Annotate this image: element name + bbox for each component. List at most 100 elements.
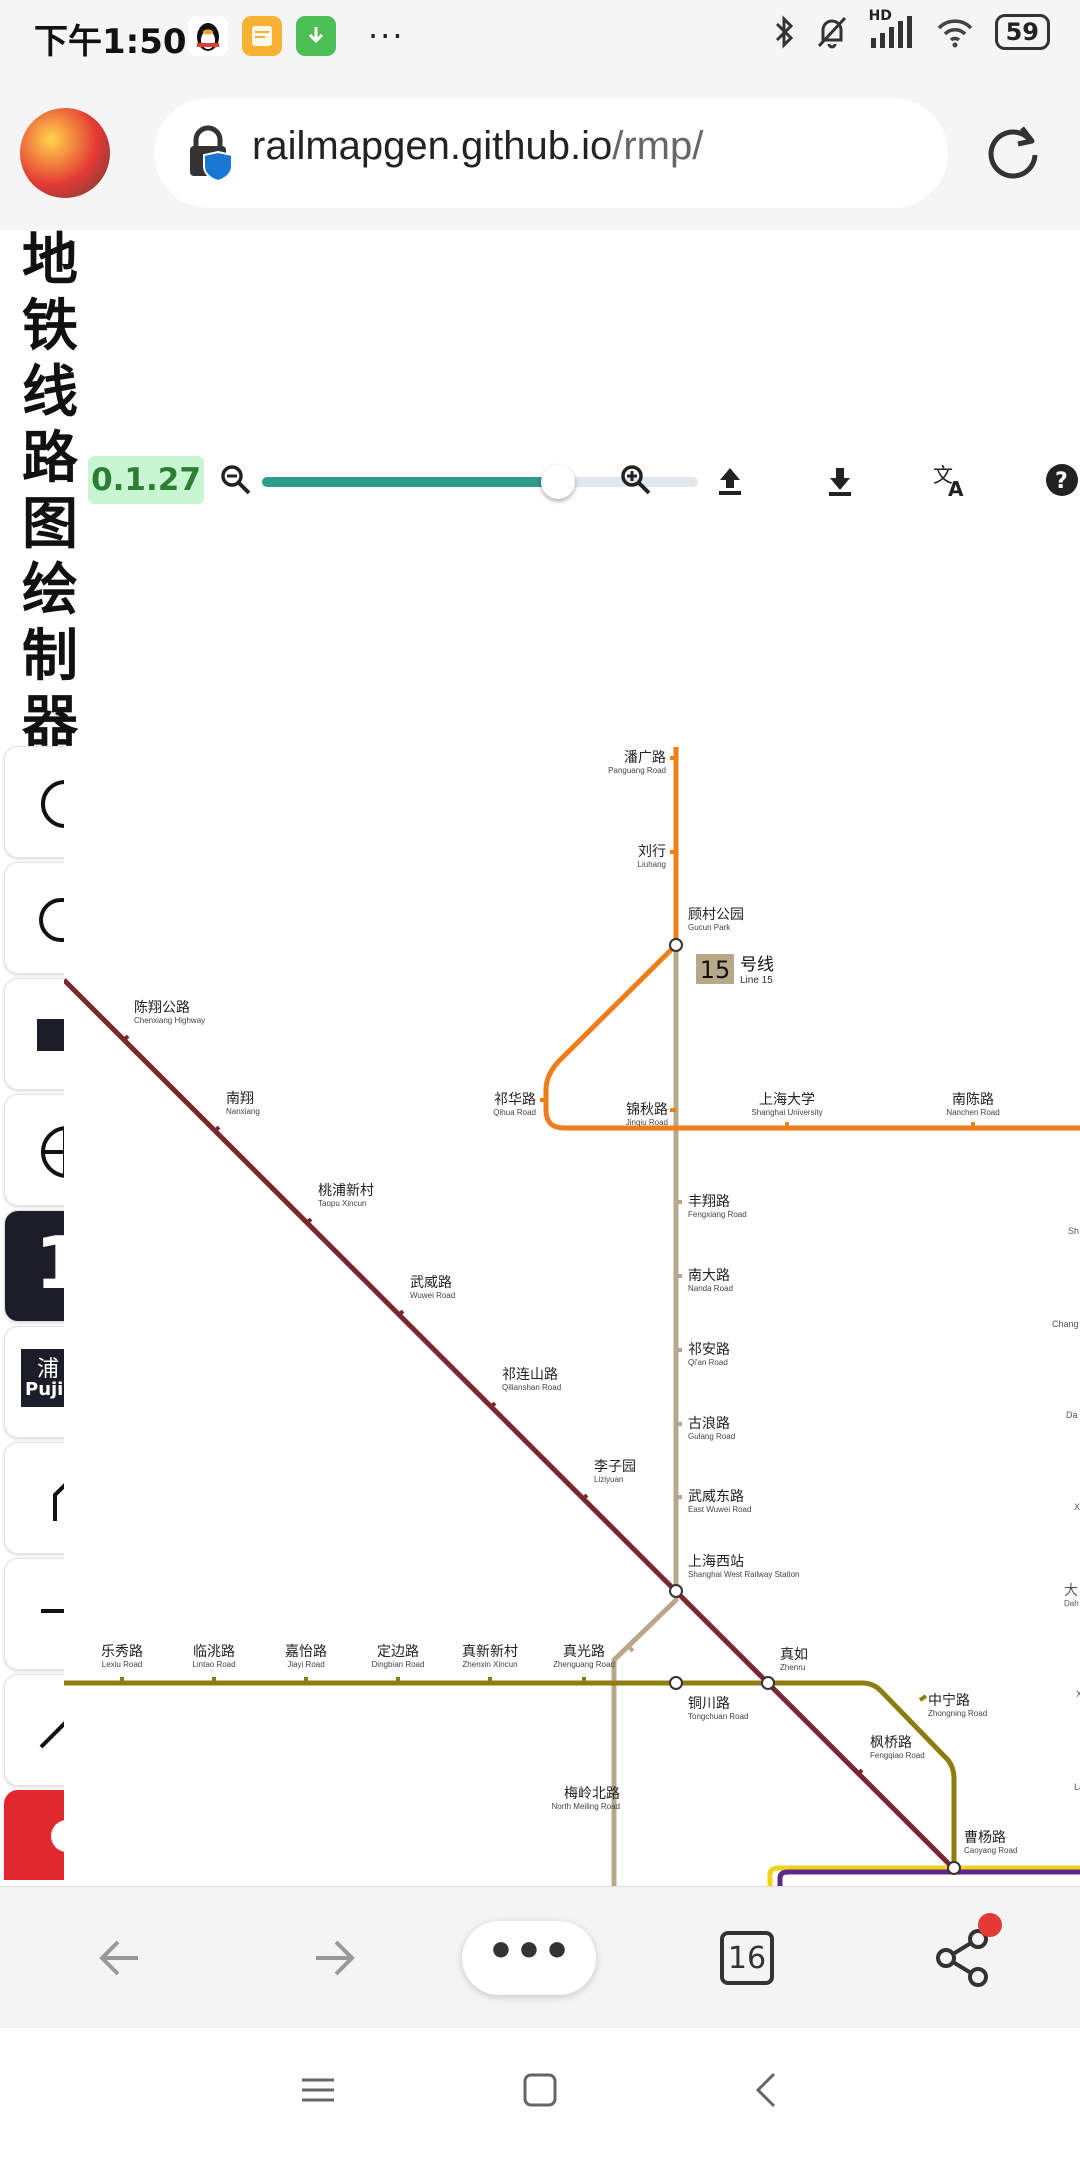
notification-dot: [978, 1913, 1002, 1937]
labelled-station-tool[interactable]: 站: [4, 862, 64, 974]
zoom-in-icon[interactable]: [618, 462, 654, 498]
slash-line-tool[interactable]: [4, 1674, 64, 1786]
menu-lines-icon[interactable]: [296, 2068, 340, 2112]
station-name-zh: 南翔: [226, 1091, 254, 1107]
status-time: 下午1:50: [34, 22, 187, 62]
app-title: 地 铁 线 路 图 绘 制 器: [22, 228, 82, 756]
more-notifications-icon: ···: [368, 17, 405, 55]
back-arrow-icon[interactable]: [92, 1933, 148, 1983]
station-name-en: Fengqiao Road: [870, 1751, 925, 1760]
station-name-zh: 乐秀路: [101, 1644, 143, 1660]
forward-arrow-icon[interactable]: [306, 1933, 362, 1983]
download-icon[interactable]: [822, 462, 858, 498]
station-name-zh: 丰翔路: [688, 1194, 730, 1210]
translate-icon[interactable]: 文A: [932, 462, 968, 498]
notes-app-icon: [242, 16, 282, 56]
tabs-button[interactable]: 16: [720, 1931, 774, 1985]
interchange-tool[interactable]: [4, 1094, 64, 1206]
help-icon[interactable]: ?: [1044, 462, 1080, 498]
station-name-zh: 上海西站: [688, 1554, 744, 1570]
station-name-zh: 李子园: [594, 1459, 636, 1475]
station-name-en: Qi'an Road: [688, 1358, 728, 1367]
edge-station-fragment: 大: [1064, 1582, 1078, 1598]
app-title-char: 地: [22, 228, 78, 293]
station-name-en: Zhongning Road: [928, 1709, 987, 1718]
station-name-en: North Meiling Road: [552, 1802, 620, 1811]
station-name-en: Shanghai University: [751, 1108, 822, 1117]
rail-map[interactable]: 潘广路Panguang Road 刘行Liuhang 顾村公园Gucun Park 1…: [64, 740, 1080, 1886]
app-title-char: 铁: [22, 294, 78, 359]
svg-text:?: ?: [1055, 469, 1068, 494]
station-name-zh: 嘉怡路: [285, 1644, 327, 1660]
app-title-char: 线: [22, 360, 78, 425]
station-name-zh: 曹杨路: [964, 1830, 1006, 1846]
station-name-zh: 古浪路: [688, 1416, 730, 1432]
circle-station-icon: [41, 780, 64, 828]
circle-station-tool[interactable]: [4, 746, 64, 858]
station-name-zh: 潘广路: [624, 750, 666, 766]
station-name-en: Wuwei Road: [410, 1291, 455, 1300]
system-status-icons: HD 59: [773, 8, 1050, 50]
station-name-en: Panguang Road: [608, 766, 666, 775]
red-tool[interactable]: [4, 1790, 64, 1880]
station-name-en: Liuhang: [638, 860, 666, 869]
app-title-char: 绘: [22, 558, 78, 623]
station-tick: [918, 1694, 928, 1702]
reload-icon[interactable]: [982, 122, 1044, 184]
line-15-path: [611, 747, 679, 1886]
station-name-zh: 中宁路: [928, 1692, 970, 1709]
share-icon[interactable]: [934, 1927, 992, 1989]
edge-station-fragment: La: [1074, 1782, 1080, 1792]
station-name-en: Nanda Road: [688, 1284, 733, 1293]
menu-button[interactable]: •••: [462, 1921, 596, 1995]
station-name-zh: 枫桥路: [870, 1735, 912, 1751]
edge-station-fragment: Chang: [1052, 1319, 1079, 1329]
editor-toolbar: 0.1.27 文A ?: [88, 456, 1080, 516]
station-tick: [626, 1644, 635, 1653]
station-name-en: Shanghai West Railway Station: [688, 1570, 799, 1579]
zoom-out-icon[interactable]: [218, 462, 254, 498]
station-name-badge: 浦 Pujia: [21, 1349, 64, 1407]
tools-panel: 站 1 浦 Pujia: [0, 746, 64, 1880]
status-bar: 下午1:50 ··· HD 59: [0, 0, 1080, 76]
station-name-zh: 真如: [780, 1647, 808, 1663]
station-name-tool[interactable]: 浦 Pujia: [4, 1326, 64, 1438]
edge-station-fragment: X: [1076, 1689, 1080, 1699]
station-name-zh: 陈翔公路: [134, 999, 190, 1016]
interchange-icon: [41, 1126, 64, 1178]
zoom-slider-thumb[interactable]: [541, 465, 576, 499]
station-name-en: Fengxiang Road: [688, 1210, 747, 1219]
station-name-zh: 武威东路: [688, 1489, 744, 1505]
app-title-char: 路: [22, 426, 78, 491]
line-badge-tool[interactable]: 1: [4, 1210, 64, 1322]
system-navigation-bar: [0, 2028, 1080, 2160]
station-name-zh: 祁安路: [688, 1342, 730, 1358]
map-canvas[interactable]: 潘广路 Panguang Road 刘行 Liuhang 顾村公园 Gucun Park 1…: [64, 740, 1080, 1886]
station-name-zh: 桃浦新村: [318, 1183, 374, 1199]
straight-line-tool[interactable]: [4, 1558, 64, 1670]
station-name-zh: 祁华路: [494, 1092, 536, 1108]
station-name-zh: 刘行: [638, 844, 666, 860]
wifi-icon: [937, 19, 972, 48]
red-tool-icon: [51, 1820, 64, 1852]
avatar[interactable]: [20, 108, 110, 198]
labelled-station-icon: 站: [39, 898, 64, 942]
station-name-en: Caoyang Road: [964, 1846, 1017, 1855]
square-tool[interactable]: [4, 978, 64, 1090]
station-name-en: Qihua Road: [493, 1108, 536, 1117]
address-bar[interactable]: railmapgen.github.io/rmp/: [154, 98, 948, 208]
station-name-en: Gucun Park: [688, 923, 731, 932]
station-name-zh: 武威路: [410, 1275, 452, 1291]
purple-line: [777, 1869, 1080, 1886]
slash-line-icon: [39, 1721, 64, 1749]
station-name-en: Jiayi Road: [287, 1660, 324, 1669]
diagonal-line-tool[interactable]: [4, 1442, 64, 1554]
edge-station-fragment: Dah: [1064, 1599, 1079, 1608]
back-chevron-icon[interactable]: [746, 2068, 790, 2112]
mute-bell-icon: [817, 16, 846, 49]
version-badge: 0.1.27: [88, 456, 204, 504]
home-square-icon[interactable]: [518, 2068, 562, 2112]
upload-icon[interactable]: [712, 462, 748, 498]
station-name-en: Gulang Road: [688, 1432, 735, 1441]
zoom-slider-fill: [262, 477, 559, 487]
